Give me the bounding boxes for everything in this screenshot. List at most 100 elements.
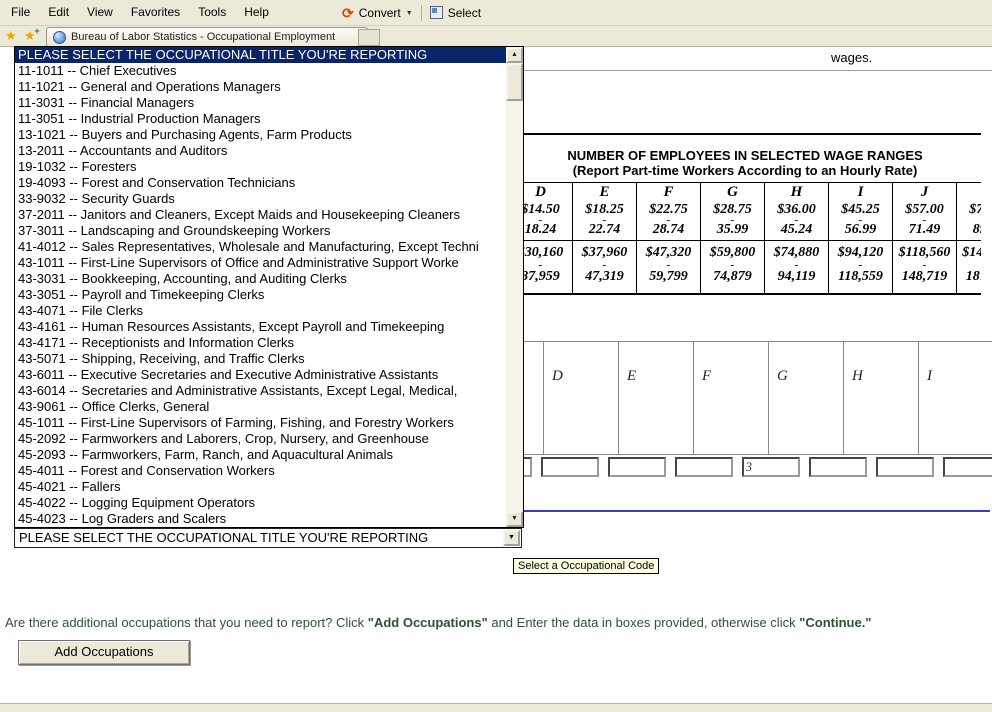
dropdown-option[interactable]: 41-4012 -- Sales Representatives, Wholes… (15, 239, 506, 255)
entry-input-cell (670, 457, 737, 477)
hourly-low: $71.50 (957, 204, 981, 216)
wage-table-subtitle: (Report Part-time Workers According to a… (509, 163, 981, 178)
menu-item-help[interactable]: Help (235, 0, 278, 23)
hourly-range: $28.75-35.99 (701, 201, 764, 240)
tab-bar: ★ ★+ Bureau of Labor Statistics - Occupa… (0, 26, 992, 47)
hourly-high: 45.24 (765, 224, 828, 236)
dropdown-option[interactable]: 43-4071 -- File Clerks (15, 303, 506, 319)
select-button[interactable]: Select (448, 6, 481, 20)
dropdown-option[interactable]: 19-1032 -- Foresters (15, 159, 506, 175)
menu-item-view[interactable]: View (78, 0, 122, 23)
dropdown-option[interactable]: 37-2011 -- Janitors and Cleaners, Except… (15, 207, 506, 223)
hourly-high: 56.99 (829, 224, 892, 236)
dropdown-option[interactable]: 45-4021 -- Fallers (15, 479, 506, 495)
browser-window: FileEditViewFavoritesToolsHelp ⟳ Convert… (0, 0, 992, 712)
annual-range: $47,320-59,799 (637, 241, 700, 293)
dropdown-option[interactable]: 43-3031 -- Bookkeeping, Accounting, and … (15, 271, 506, 287)
menu-item-favorites[interactable]: Favorites (122, 0, 189, 23)
scroll-down-icon[interactable]: ▼ (506, 511, 523, 527)
wage-column: G$28.75-35.99$59,800-74,879 (701, 183, 765, 293)
instruction-part2: and Enter the data in boxes provided, ot… (488, 615, 799, 630)
hourly-range: $36.00-45.24 (765, 201, 828, 240)
annual-low: $118,560 (893, 246, 956, 260)
annual-low: $37,960 (573, 246, 636, 260)
wage-column-letter: I (829, 183, 892, 201)
dropdown-option[interactable]: 45-4022 -- Logging Equipment Operators (15, 495, 506, 511)
dropdown-option[interactable]: 45-1011 -- First-Line Supervisors of Far… (15, 415, 506, 431)
add-favorite-star-icon[interactable]: ★+ (24, 28, 36, 44)
entry-input-cell (938, 457, 992, 477)
menu-item-edit[interactable]: Edit (39, 0, 78, 23)
dropdown-option[interactable]: 11-1021 -- General and Operations Manage… (15, 79, 506, 95)
dropdown-option[interactable]: 43-6014 -- Secretaries and Administrativ… (15, 383, 506, 399)
horizontal-rule (460, 70, 992, 71)
employee-count-input[interactable] (541, 457, 599, 477)
dropdown-option[interactable]: 45-4011 -- Forest and Conservation Worke… (15, 463, 506, 479)
dropdown-option[interactable]: 11-3031 -- Financial Managers (15, 95, 506, 111)
dropdown-option[interactable]: 45-4023 -- Log Graders and Scalers (15, 511, 506, 527)
hourly-range: $57.00-71.49 (893, 201, 956, 240)
menu-item-file[interactable]: File (2, 0, 39, 23)
tab-title: Bureau of Labor Statistics - Occupationa… (71, 31, 335, 43)
dropdown-scrollbar[interactable]: ▲ ▼ (506, 47, 523, 527)
dropdown-option[interactable]: 11-3051 -- Industrial Production Manager… (15, 111, 506, 127)
employee-count-input[interactable] (943, 457, 992, 477)
hourly-range: $71.50-89.99 (957, 201, 981, 240)
annual-high: 187,199 (957, 270, 981, 284)
employee-count-input[interactable] (742, 457, 800, 477)
dropdown-option[interactable]: 43-9061 -- Office Clerks, General (15, 399, 506, 415)
entry-cell-letter: H (844, 342, 919, 454)
instruction-part1: Are there additional occupations that yo… (5, 615, 368, 630)
scrollbar-thumb[interactable] (506, 63, 523, 101)
blue-divider (460, 510, 990, 512)
convert-dropdown-arrow-icon[interactable]: ▼ (406, 8, 413, 17)
wage-ranges-table: NUMBER OF EMPLOYEES IN SELECTED WAGE RAN… (509, 133, 981, 295)
dropdown-option[interactable]: 43-3051 -- Payroll and Timekeeping Clerk… (15, 287, 506, 303)
select-value: PLEASE SELECT THE OCCUPATIONAL TITLE YOU… (19, 529, 501, 547)
select-dropdown-arrow-icon[interactable]: ▼ (503, 530, 520, 546)
annual-range: $59,800-74,879 (701, 241, 764, 293)
status-strip (0, 703, 992, 712)
entry-input-cell (804, 457, 871, 477)
employee-count-entry-table: DEFGHIJ (469, 341, 992, 477)
browser-tab[interactable]: Bureau of Labor Statistics - Occupationa… (46, 27, 368, 46)
annual-range: $148,720-187,199 (957, 241, 981, 293)
wage-column: J$57.00-71.49$118,560-148,719 (893, 183, 957, 293)
wage-column: E$18.25-22.74$37,960-47,319 (573, 183, 637, 293)
add-occupations-button[interactable]: Add Occupations (18, 640, 190, 665)
dropdown-option[interactable]: 43-5071 -- Shipping, Receiving, and Traf… (15, 351, 506, 367)
dropdown-option[interactable]: 37-3011 -- Landscaping and Groundskeepin… (15, 223, 506, 239)
entry-cell-letter: I (919, 342, 992, 454)
hourly-high: 22.74 (573, 224, 636, 236)
dropdown-option[interactable]: 19-4093 -- Forest and Conservation Techn… (15, 175, 506, 191)
annual-range: $74,880-94,119 (765, 241, 828, 293)
menu-item-tools[interactable]: Tools (189, 0, 235, 23)
dropdown-option[interactable]: 13-1021 -- Buyers and Purchasing Agents,… (15, 127, 506, 143)
dropdown-option[interactable]: 13-2011 -- Accountants and Auditors (15, 143, 506, 159)
dropdown-option[interactable]: 43-6011 -- Executive Secretaries and Exe… (15, 367, 506, 383)
wage-column-letter: G (701, 183, 764, 201)
dropdown-option[interactable]: 43-4161 -- Human Resources Assistants, E… (15, 319, 506, 335)
convert-button[interactable]: Convert (359, 6, 401, 20)
scroll-up-icon[interactable]: ▲ (506, 47, 523, 63)
wage-column: F$22.75-28.74$47,320-59,799 (637, 183, 701, 293)
employee-count-input[interactable] (675, 457, 733, 477)
dropdown-option[interactable]: 45-2093 -- Farmworkers, Farm, Ranch, and… (15, 447, 506, 463)
annual-low: $74,880 (765, 246, 828, 260)
dropdown-option[interactable]: 43-1011 -- First-Line Supervisors of Off… (15, 255, 506, 271)
instruction-text: Are there additional occupations that yo… (5, 615, 980, 630)
tab-stub[interactable] (358, 29, 380, 46)
hourly-range: $22.75-28.74 (637, 201, 700, 240)
tooltip: Select a Occupational Code (513, 558, 659, 574)
dropdown-option[interactable]: 11-1011 -- Chief Executives (15, 63, 506, 79)
favorites-star-icon[interactable]: ★ (5, 28, 17, 44)
dropdown-option[interactable]: 45-2092 -- Farmworkers and Laborers, Cro… (15, 431, 506, 447)
wage-column-letter: K (957, 183, 981, 201)
occupation-select[interactable]: PLEASE SELECT THE OCCUPATIONAL TITLE YOU… (14, 528, 522, 548)
employee-count-input[interactable] (809, 457, 867, 477)
dropdown-option[interactable]: 33-9032 -- Security Guards (15, 191, 506, 207)
dropdown-option-selected[interactable]: PLEASE SELECT THE OCCUPATIONAL TITLE YOU… (15, 47, 506, 63)
employee-count-input[interactable] (608, 457, 666, 477)
employee-count-input[interactable] (876, 457, 934, 477)
dropdown-option[interactable]: 43-4171 -- Receptionists and Information… (15, 335, 506, 351)
